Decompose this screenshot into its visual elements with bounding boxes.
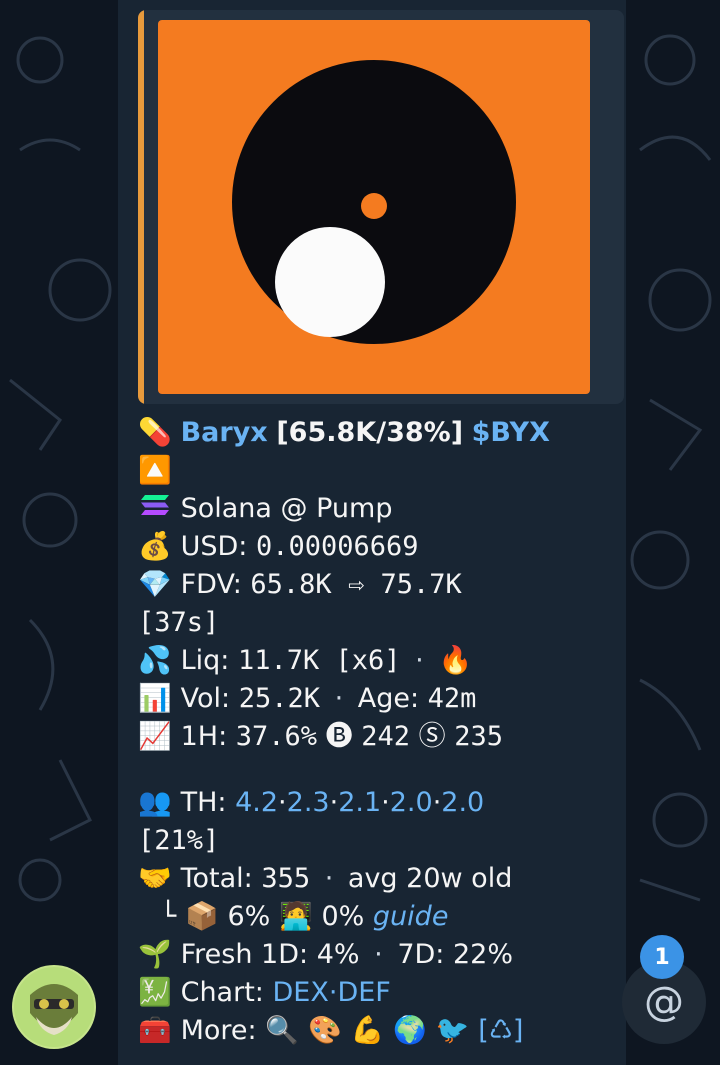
dev-pct: 0%: [321, 901, 365, 932]
trend-up-icon: 📈: [138, 721, 172, 752]
fresh-label: Fresh 1D:: [180, 939, 309, 970]
vol-value: 25.2K: [238, 683, 320, 714]
separator: ·: [324, 863, 334, 894]
box-icon: 📦: [185, 901, 219, 932]
th-percent: [21%]: [138, 825, 220, 856]
preview-accent-bar: [138, 10, 144, 404]
chart-line: 💹 Chart: DEX·DEF: [138, 974, 618, 1012]
liq-label: Liq:: [180, 645, 230, 676]
droplets-icon: 💦: [138, 645, 172, 676]
at-sign-icon: @: [644, 979, 684, 1025]
fdv-value: 65.8K ⇨ 75.7K: [250, 569, 462, 600]
holders-detail-line: └ 📦 6% 🧑‍💻 0% guide: [138, 898, 618, 936]
message-bubble: 💊 Baryx [65.8K/38%] $BYX 🔼 Solana @ Pump…: [118, 0, 626, 1065]
th-label: TH:: [180, 787, 227, 818]
fresh-1d-value: 4%: [316, 939, 360, 970]
fresh-7d-label: 7D:: [397, 939, 445, 970]
separator: ·: [334, 683, 344, 714]
guide-link[interactable]: guide: [373, 901, 449, 932]
flexed-biceps-icon[interactable]: 💪: [350, 1012, 385, 1050]
th-value-link[interactable]: 2.1: [338, 787, 381, 818]
chain-line: Solana @ Pump: [138, 490, 618, 528]
change-label: 1H:: [180, 721, 228, 752]
people-icon: 👥: [138, 787, 172, 818]
th-value-link[interactable]: 4.2: [235, 787, 278, 818]
def-link[interactable]: DEF: [337, 977, 390, 1008]
dex-link[interactable]: DEX: [272, 977, 328, 1008]
buy-circle-icon: 🅑: [325, 721, 353, 752]
fdv-time-line: [37s]: [138, 604, 618, 642]
change-value: 37.6%: [235, 721, 318, 752]
up-button-line: 🔼: [138, 452, 618, 490]
pill-icon: 💊: [138, 417, 172, 448]
separator: ·: [415, 645, 424, 676]
sell-circle-icon: Ⓢ: [418, 721, 446, 752]
mention-count-badge: 1: [640, 935, 684, 979]
box-pct: 6%: [227, 901, 271, 932]
diamond-icon: 💎: [138, 569, 172, 600]
fdv-time: [37s]: [138, 607, 220, 638]
globe-icon[interactable]: 🌍: [393, 1012, 427, 1050]
liq-line: 💦 Liq: 11.7K [x6] · 🔥: [138, 642, 618, 680]
usd-label: USD:: [180, 531, 248, 562]
token-title-line: 💊 Baryx [65.8K/38%] $BYX: [138, 414, 618, 452]
avg-text: avg 20w old: [347, 863, 513, 894]
vol-line: 📊 Vol: 25.2K · Age: 42m: [138, 680, 618, 718]
tree-branch: └: [160, 901, 177, 932]
recycle-link[interactable]: [♺]: [478, 1015, 523, 1046]
buys-value: 242: [361, 721, 411, 752]
th-value-link[interactable]: 2.3: [287, 787, 330, 818]
link-preview[interactable]: [138, 10, 624, 404]
palette-icon[interactable]: 🎨: [308, 1012, 342, 1050]
token-logo-image[interactable]: [158, 20, 590, 394]
fresh-line: 🌱 Fresh 1D: 4% · 7D: 22%: [138, 936, 618, 974]
fdv-label: FDV:: [180, 569, 242, 600]
bar-chart-icon: 📊: [138, 683, 172, 714]
handshake-icon: 🤝: [138, 863, 172, 894]
up-button-icon[interactable]: 🔼: [138, 452, 172, 490]
fdv-line: 💎 FDV: 65.8K ⇨ 75.7K: [138, 566, 618, 604]
ticker-link[interactable]: $BYX: [472, 417, 550, 448]
fire-icon: 🔥: [438, 645, 473, 676]
chain-text: Solana @ Pump: [180, 493, 393, 524]
usd-line: 💰 USD: 0.00006669: [138, 528, 618, 566]
technologist-icon: 🧑‍💻: [279, 901, 313, 932]
separator: ·: [374, 939, 383, 970]
sells-value: 235: [454, 721, 503, 752]
total-label: Total:: [180, 863, 253, 894]
liq-value: 11.7K [x6]: [237, 645, 401, 676]
total-line: 🤝 Total: 355 · avg 20w old: [138, 860, 618, 898]
usd-value: 0.00006669: [255, 531, 419, 562]
toolbox-icon: 🧰: [138, 1015, 172, 1046]
chart-yen-icon: 💹: [138, 977, 172, 1008]
token-stats: [65.8K/38%]: [276, 417, 464, 448]
age-label: Age:: [357, 683, 420, 714]
solana-icon: [138, 490, 172, 528]
bird-icon[interactable]: 🐦: [436, 1012, 470, 1050]
chart-label: Chart:: [180, 977, 264, 1008]
money-bag-icon: 💰: [138, 531, 172, 562]
fresh-7d-value: 22%: [453, 939, 514, 970]
more-line: 🧰 More: 🔍 🎨 💪 🌍 🐦 [♺]: [138, 1012, 618, 1050]
bot-avatar[interactable]: [12, 965, 96, 1049]
seedling-icon: 🌱: [138, 939, 172, 970]
search-icon[interactable]: 🔍: [265, 1012, 299, 1050]
th-value-link[interactable]: 2.0: [390, 787, 433, 818]
th-value-link[interactable]: 2.0: [441, 787, 484, 818]
change-line: 📈 1H: 37.6% 🅑 242 Ⓢ 235: [138, 718, 618, 756]
th-percent-line: [21%]: [138, 822, 618, 860]
total-value: 355: [261, 863, 311, 894]
th-line: 👥 TH: 4.2·2.3·2.1·2.0·2.0: [138, 784, 618, 822]
vol-label: Vol:: [180, 683, 231, 714]
more-label: More:: [180, 1015, 257, 1046]
age-value: 42m: [427, 683, 477, 714]
message-text: 💊 Baryx [65.8K/38%] $BYX 🔼 Solana @ Pump…: [138, 414, 618, 1050]
token-name-link[interactable]: Baryx: [181, 417, 268, 448]
